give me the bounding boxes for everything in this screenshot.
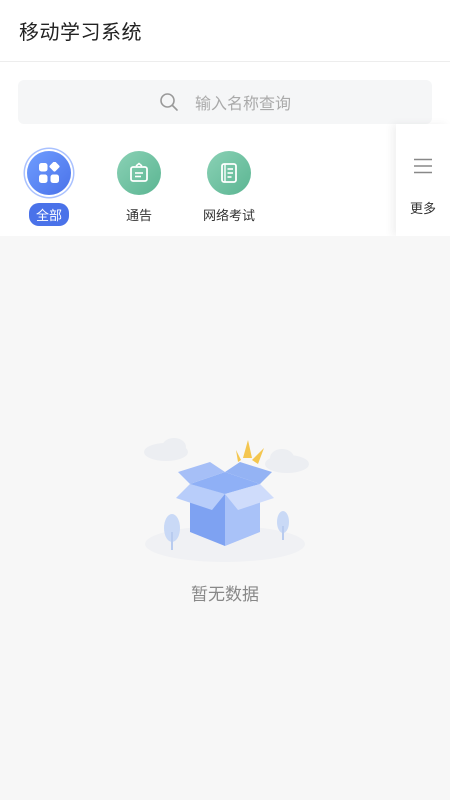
grid-apps-icon [27,151,71,195]
category-list: 全部 通告 网络考试 [0,124,396,236]
category-label: 网络考试 [202,209,255,224]
category-bar: 全部 通告 网络考试 更多 [0,124,450,236]
app-header: 移动学习系统 [0,0,450,62]
search-icon [160,93,178,111]
category-label: 通告 [125,209,152,224]
category-item-notice[interactable]: 通告 [114,124,204,236]
empty-state-text: 暂无数据 [191,585,259,605]
category-label: 全部 [28,203,69,226]
page-title: 移动学习系统 [19,20,142,44]
notice-board-icon [117,151,161,195]
search-placeholder: 输入名称查询 [194,94,291,113]
exam-book-icon [207,151,251,195]
content-area: 暂无数据 [0,236,450,800]
category-item-all[interactable]: 全部 [24,124,114,236]
more-label: 更多 [409,202,436,217]
app-root: 移动学习系统 输入名称查询 全部 通告 网络考试 更多 暂无数据 [0,0,450,800]
empty-box-icon [144,438,309,562]
category-item-exam[interactable]: 网络考试 [202,124,294,236]
search-input[interactable]: 输入名称查询 [18,80,432,124]
more-categories-button[interactable]: 更多 [396,124,450,236]
menu-lines-icon [414,158,432,174]
